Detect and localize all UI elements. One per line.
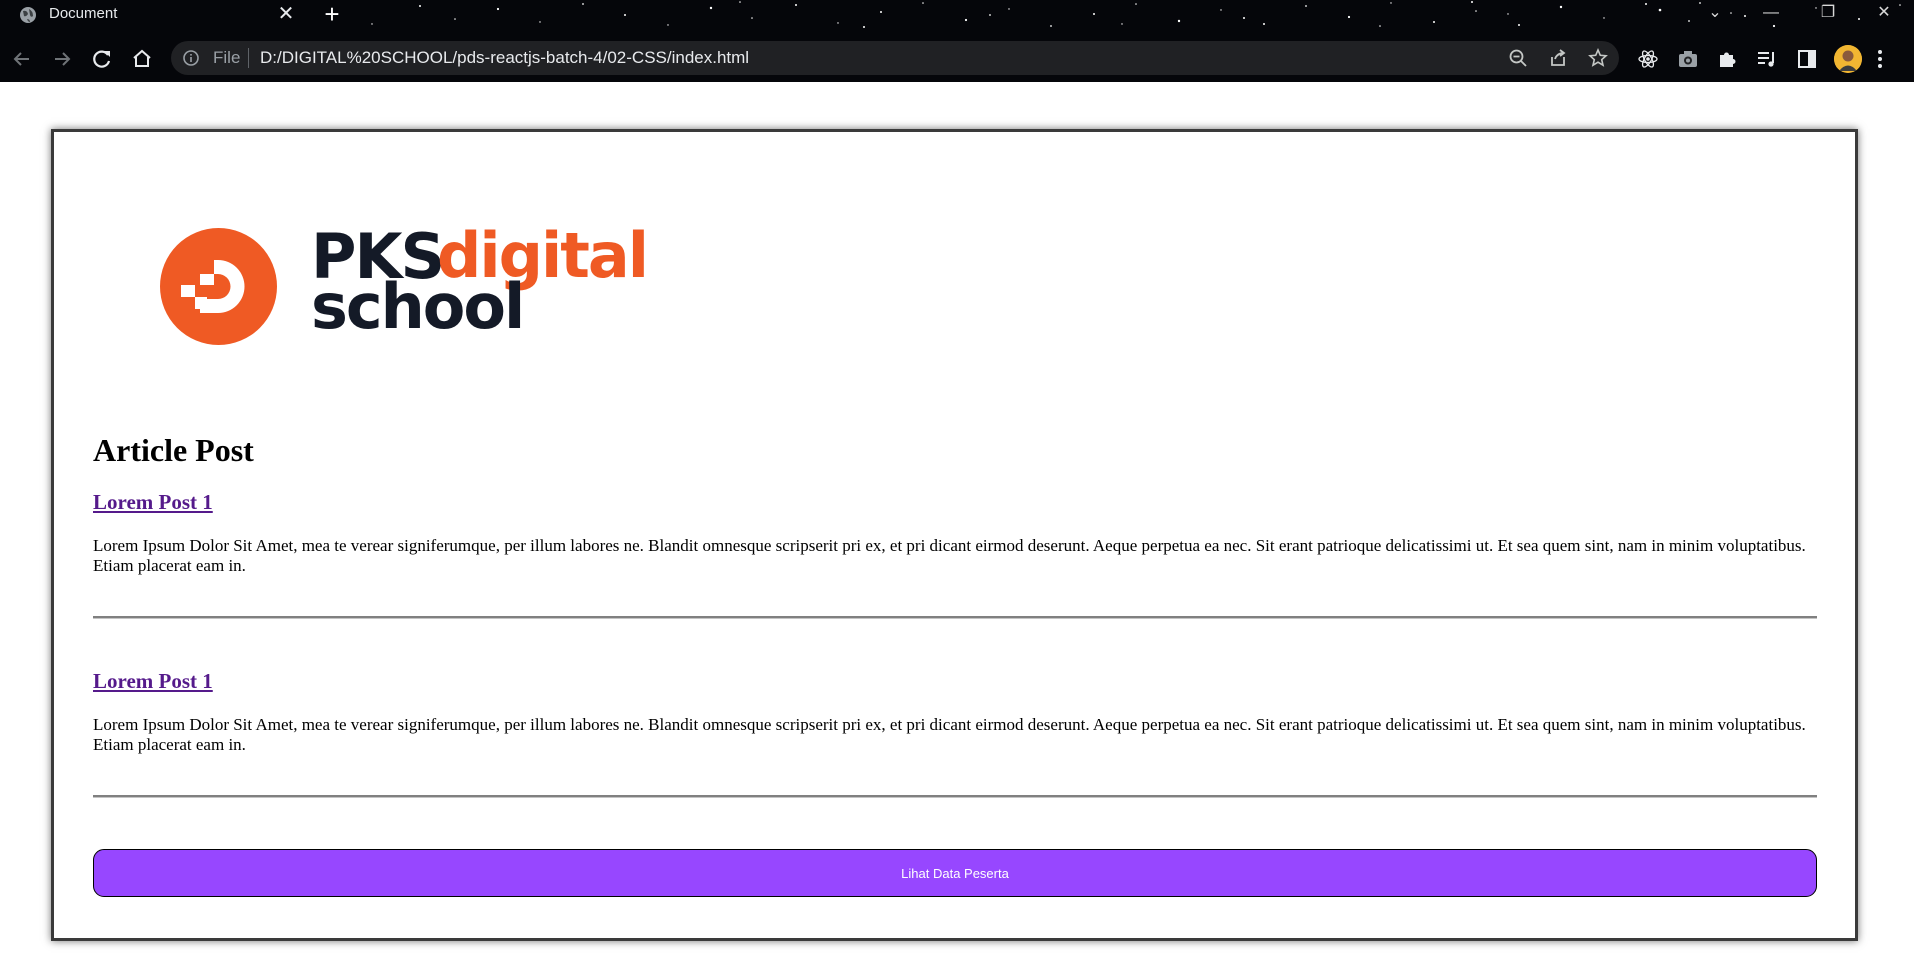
close-tab-icon[interactable]: ✕ [276, 4, 296, 24]
react-devtools-icon[interactable] [1637, 48, 1659, 70]
minimize-button[interactable]: — [1756, 3, 1786, 23]
star-icon[interactable] [1588, 48, 1608, 68]
info-icon[interactable] [182, 49, 200, 67]
url-text[interactable]: D:/DIGITAL%20SCHOOL/pds-reactjs-batch-4/… [260, 48, 749, 68]
tab-search-icon[interactable]: ⌄ [1700, 3, 1730, 23]
arrow-left-icon[interactable] [9, 46, 35, 72]
close-window-button[interactable]: ✕ [1869, 3, 1899, 23]
pks-digital-school-logo: PKS digital school [160, 225, 649, 348]
post-body-text: Lorem Ipsum Dolor Sit Amet, mea te verea… [93, 715, 1806, 754]
browser-chrome: Document ✕ + ⌄ — ❐ ✕ File D:/DIGITAL%20S… [0, 0, 1914, 82]
side-panel-icon[interactable] [1796, 48, 1818, 70]
tab-document[interactable]: Document ✕ [0, 0, 300, 28]
navigation-toolbar: File D:/DIGITAL%20SCHOOL/pds-reactjs-bat… [0, 38, 1914, 78]
post-title-link[interactable]: Lorem Post 1 [93, 669, 213, 693]
tab-title: Document [49, 5, 118, 22]
logo-mark-icon [160, 228, 277, 345]
post-body-text: Lorem Ipsum Dolor Sit Amet, mea te verea… [93, 536, 1806, 575]
avatar-image [1834, 45, 1862, 73]
logo-word-school: school [311, 270, 525, 343]
camera-icon[interactable] [1677, 48, 1699, 70]
tab-strip: Document ✕ + ⌄ — ❐ ✕ [0, 0, 1914, 28]
home-icon[interactable] [129, 46, 155, 72]
puzzle-icon[interactable] [1716, 48, 1738, 70]
view-participants-button[interactable]: Lihat Data Peserta [93, 849, 1817, 897]
address-bar[interactable]: File D:/DIGITAL%20SCHOOL/pds-reactjs-bat… [171, 41, 1619, 75]
post-divider [93, 616, 1817, 619]
media-control-icon[interactable] [1756, 48, 1778, 70]
profile-avatar[interactable] [1834, 45, 1862, 73]
post-divider [93, 795, 1817, 798]
post-title-link[interactable]: Lorem Post 1 [93, 490, 213, 514]
zoom-out-icon[interactable] [1508, 48, 1528, 68]
globe-icon [20, 7, 36, 23]
article-heading: Article Post [93, 432, 254, 468]
more-menu-icon[interactable] [1876, 47, 1884, 71]
arrow-right-icon[interactable] [49, 46, 75, 72]
scheme-divider [248, 48, 249, 68]
new-tab-button[interactable]: + [320, 1, 344, 27]
url-scheme-label: File [213, 48, 241, 67]
restore-button[interactable]: ❐ [1813, 3, 1843, 23]
share-icon[interactable] [1548, 48, 1568, 68]
reload-icon[interactable] [89, 46, 115, 72]
